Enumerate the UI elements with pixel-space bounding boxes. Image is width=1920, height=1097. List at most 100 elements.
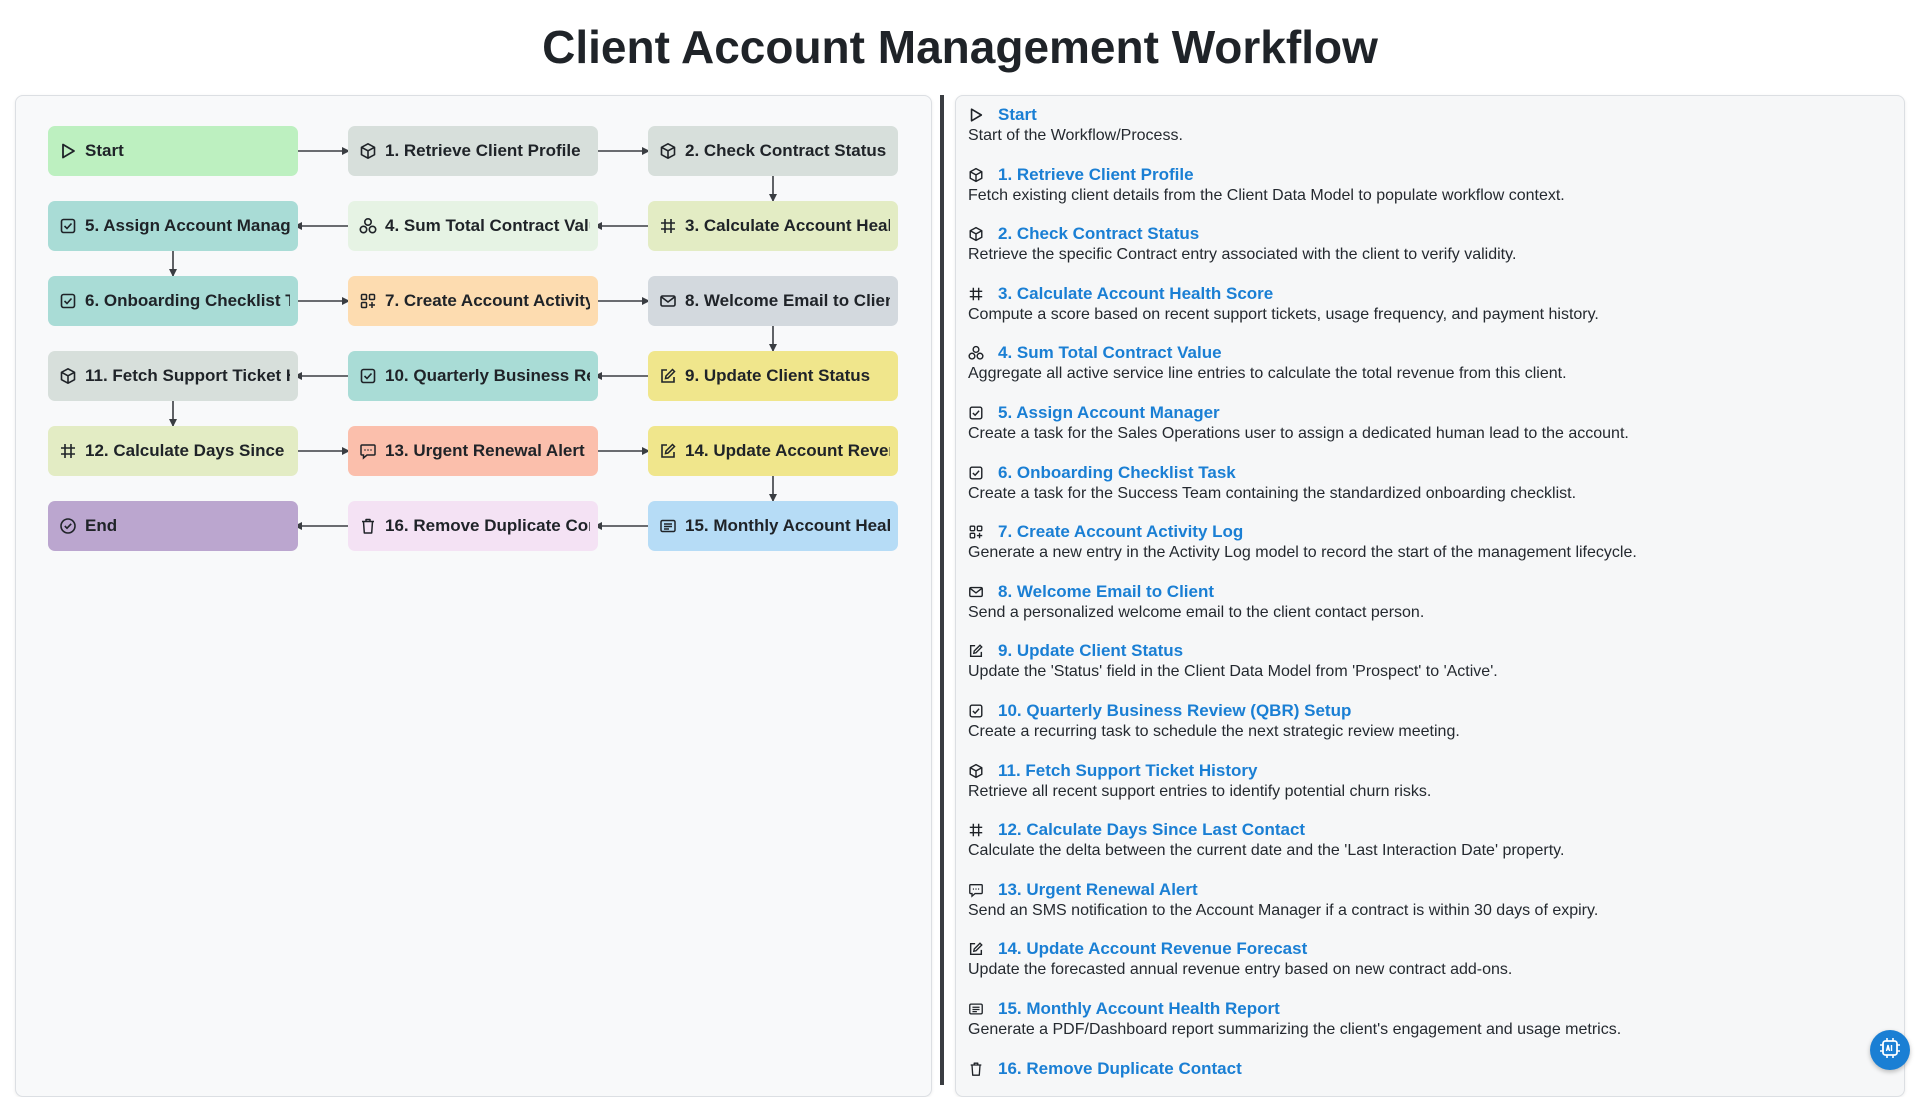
node-update-account-revenue-forecast[interactable]: 14. Update Account Revenue Forecast: [648, 426, 898, 476]
node-label: 1. Retrieve Client Profile: [385, 141, 581, 161]
step-description: Create a task for the Sales Operations u…: [968, 424, 1888, 443]
step-item-11: 11. Fetch Support Ticket History Retriev…: [968, 760, 1888, 820]
cube-icon: [968, 225, 986, 243]
node-label: Start: [85, 141, 124, 161]
checkbox-icon: [59, 216, 79, 236]
cube-icon: [659, 141, 679, 161]
trash-icon: [968, 1060, 986, 1078]
cube-icon: [59, 366, 79, 386]
step-item-7: 7. Create Account Activity Log Generate …: [968, 521, 1888, 581]
step-title-link[interactable]: 6. Onboarding Checklist Task: [998, 463, 1236, 483]
hash-icon: [968, 285, 986, 303]
check-circle-icon: [59, 516, 79, 536]
step-description: Generate a new entry in the Activity Log…: [968, 543, 1888, 562]
step-description: Calculate the delta between the current …: [968, 841, 1888, 860]
node-label: 4. Sum Total Contract Value: [385, 216, 590, 236]
ai-chip-icon: [1878, 1036, 1902, 1065]
step-item-15: 15. Monthly Account Health Report Genera…: [968, 998, 1888, 1058]
node-check-contract-status[interactable]: 2. Check Contract Status: [648, 126, 898, 176]
node-label: 5. Assign Account Manager: [85, 216, 290, 236]
step-title-link[interactable]: 16. Remove Duplicate Contact: [998, 1059, 1242, 1079]
node-label: 13. Urgent Renewal Alert: [385, 441, 585, 461]
sms-icon: [359, 441, 379, 461]
step-item-9: 9. Update Client Status Update the 'Stat…: [968, 640, 1888, 700]
sms-icon: [968, 881, 986, 899]
node-assign-account-manager[interactable]: 5. Assign Account Manager: [48, 201, 298, 251]
workflow-diagram-panel: Start 1. Retrieve Client Profile 2. Chec…: [15, 95, 932, 1097]
node-label: 16. Remove Duplicate Contact: [385, 516, 590, 536]
node-calculate-account-health-score[interactable]: 3. Calculate Account Health Score: [648, 201, 898, 251]
step-title-link[interactable]: 15. Monthly Account Health Report: [998, 999, 1280, 1019]
node-urgent-renewal-alert[interactable]: 13. Urgent Renewal Alert: [348, 426, 598, 476]
node-label: 14. Update Account Revenue Forecast: [685, 441, 890, 461]
step-title-link[interactable]: Start: [998, 105, 1037, 125]
step-description: Create a task for the Success Team conta…: [968, 484, 1888, 503]
checkbox-icon: [59, 291, 79, 311]
step-title-link[interactable]: 13. Urgent Renewal Alert: [998, 880, 1198, 900]
step-item-4: 4. Sum Total Contract Value Aggregate al…: [968, 342, 1888, 402]
node-create-account-activity-log[interactable]: 7. Create Account Activity Log: [348, 276, 598, 326]
node-label: 8. Welcome Email to Client: [685, 291, 890, 311]
step-title-link[interactable]: 4. Sum Total Contract Value: [998, 343, 1222, 363]
step-title-link[interactable]: 1. Retrieve Client Profile: [998, 165, 1194, 185]
checkbox-icon: [359, 366, 379, 386]
checkbox-icon: [968, 702, 986, 720]
node-label: 7. Create Account Activity Log: [385, 291, 590, 311]
node-label: 2. Check Contract Status: [685, 141, 886, 161]
node-fetch-support-ticket-history[interactable]: 11. Fetch Support Ticket History: [48, 351, 298, 401]
step-title-link[interactable]: 11. Fetch Support Ticket History: [998, 761, 1257, 781]
step-item-13: 13. Urgent Renewal Alert Send an SMS not…: [968, 879, 1888, 939]
node-end[interactable]: End: [48, 501, 298, 551]
hash-icon: [59, 441, 79, 461]
step-item-3: 3. Calculate Account Health Score Comput…: [968, 283, 1888, 343]
hash-icon: [659, 216, 679, 236]
node-retrieve-client-profile[interactable]: 1. Retrieve Client Profile: [348, 126, 598, 176]
checkbox-icon: [968, 464, 986, 482]
node-sum-total-contract-value[interactable]: 4. Sum Total Contract Value: [348, 201, 598, 251]
edit-icon: [968, 642, 986, 660]
step-title-link[interactable]: 12. Calculate Days Since Last Contact: [998, 820, 1305, 840]
play-icon: [968, 106, 986, 124]
node-label: 11. Fetch Support Ticket History: [85, 366, 290, 386]
node-remove-duplicate-contact[interactable]: 16. Remove Duplicate Contact: [348, 501, 598, 551]
cube-icon: [968, 166, 986, 184]
step-title-link[interactable]: 7. Create Account Activity Log: [998, 522, 1243, 542]
step-item-2: 2. Check Contract Status Retrieve the sp…: [968, 223, 1888, 283]
cube-icon: [968, 762, 986, 780]
step-title-link[interactable]: 3. Calculate Account Health Score: [998, 284, 1273, 304]
report-icon: [659, 516, 679, 536]
step-title-link[interactable]: 8. Welcome Email to Client: [998, 582, 1214, 602]
grid-plus-icon: [968, 523, 986, 541]
node-label: End: [85, 516, 117, 536]
node-onboarding-checklist-task[interactable]: 6. Onboarding Checklist Task: [48, 276, 298, 326]
edit-icon: [968, 940, 986, 958]
node-update-client-status[interactable]: 9. Update Client Status: [648, 351, 898, 401]
step-details-panel: Start Start of the Workflow/Process. 1. …: [955, 95, 1905, 1097]
step-title-link[interactable]: 9. Update Client Status: [998, 641, 1183, 661]
node-label: 15. Monthly Account Health Report: [685, 516, 890, 536]
step-item-16: 16. Remove Duplicate Contact: [968, 1058, 1888, 1097]
panel-divider[interactable]: [940, 95, 944, 1085]
step-title-link[interactable]: 2. Check Contract Status: [998, 224, 1199, 244]
step-item-5: 5. Assign Account Manager Create a task …: [968, 402, 1888, 462]
node-label: 12. Calculate Days Since Last Contact: [85, 441, 290, 461]
node-start[interactable]: Start: [48, 126, 298, 176]
node-monthly-account-health-report[interactable]: 15. Monthly Account Health Report: [648, 501, 898, 551]
edit-icon: [659, 441, 679, 461]
trash-icon: [359, 516, 379, 536]
hash-icon: [968, 821, 986, 839]
step-description: Send an SMS notification to the Account …: [968, 901, 1888, 920]
step-description: Aggregate all active service line entrie…: [968, 364, 1888, 383]
step-list: Start Start of the Workflow/Process. 1. …: [968, 104, 1888, 1097]
node-welcome-email-to-client[interactable]: 8. Welcome Email to Client: [648, 276, 898, 326]
cube-icon: [359, 141, 379, 161]
ai-assistant-button[interactable]: [1870, 1030, 1910, 1070]
step-title-link[interactable]: 14. Update Account Revenue Forecast: [998, 939, 1307, 959]
node-label: 10. Quarterly Business Review (QBR) Setu…: [385, 366, 590, 386]
node-label: 9. Update Client Status: [685, 366, 870, 386]
report-icon: [968, 1000, 986, 1018]
node-calculate-days-since-last-contact[interactable]: 12. Calculate Days Since Last Contact: [48, 426, 298, 476]
step-title-link[interactable]: 5. Assign Account Manager: [998, 403, 1220, 423]
step-title-link[interactable]: 10. Quarterly Business Review (QBR) Setu…: [998, 701, 1351, 721]
node-quarterly-business-review[interactable]: 10. Quarterly Business Review (QBR) Setu…: [348, 351, 598, 401]
